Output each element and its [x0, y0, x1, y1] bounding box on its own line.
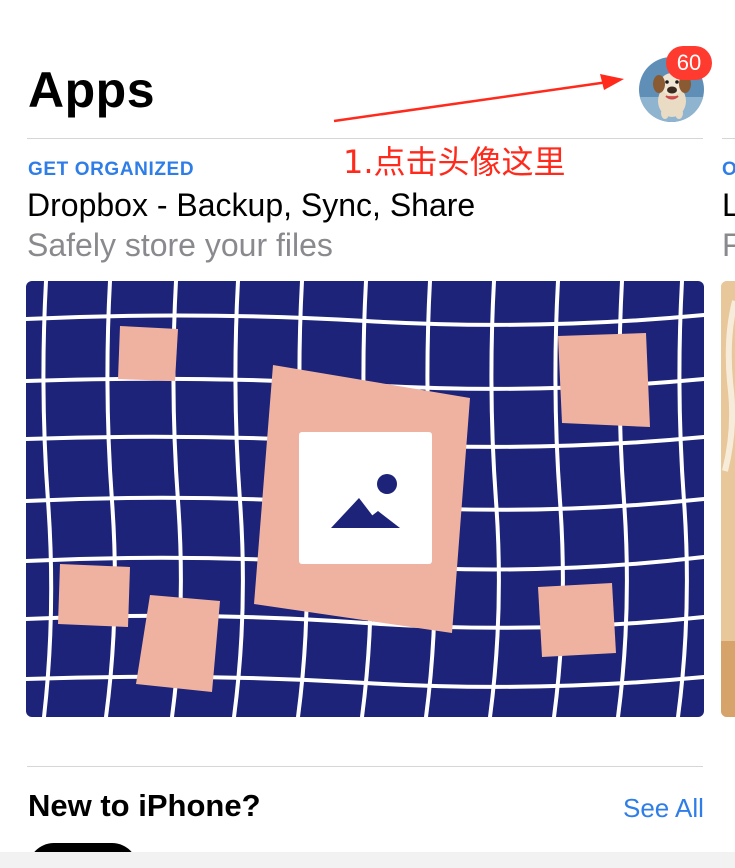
bottom-fade [0, 852, 735, 868]
image-placeholder-icon [299, 432, 432, 564]
app-store-screen: Apps 60 1.点击头像这里 GET ORGANIZED Dropbox -… [0, 0, 735, 868]
header-divider [27, 138, 703, 139]
card-title[interactable]: Dropbox - Backup, Sync, Share [27, 185, 475, 225]
annotation-instruction: 1.点击头像这里 [343, 143, 566, 181]
section-divider [27, 766, 703, 767]
next-card-artwork[interactable] [721, 281, 735, 717]
featured-card-artwork[interactable] [26, 281, 704, 717]
next-card-illustration [721, 281, 735, 717]
next-card-subtitle: F [722, 227, 735, 263]
see-all-link[interactable]: See All [623, 792, 704, 824]
card-subtitle: Safely store your files [27, 227, 333, 263]
section-title: New to iPhone? [28, 788, 261, 823]
next-card-title[interactable]: L [722, 185, 735, 225]
annotation-arrow-icon [333, 74, 624, 123]
peek-divider [722, 138, 735, 139]
page-title: Apps [28, 62, 155, 118]
next-card-category: O [722, 159, 735, 180]
notification-badge: 60 [666, 46, 712, 80]
card-category: GET ORGANIZED [28, 159, 195, 180]
grid-illustration [26, 281, 704, 717]
